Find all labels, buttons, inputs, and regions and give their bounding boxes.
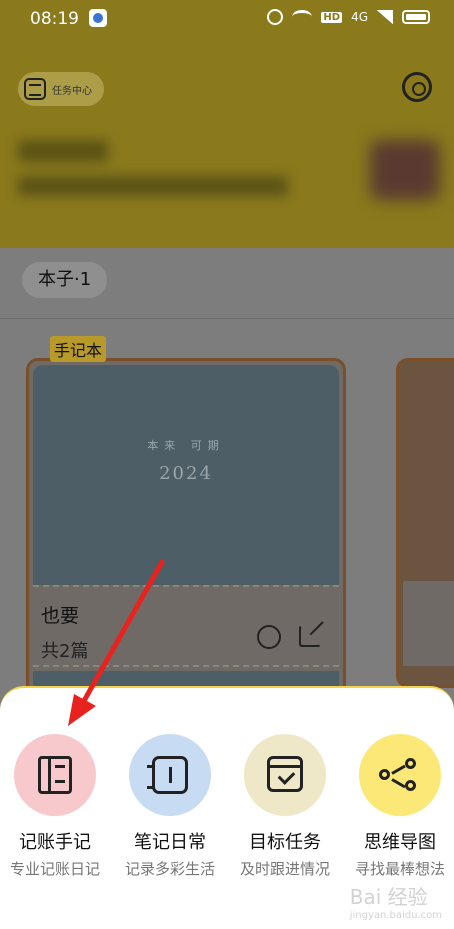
stitch-line xyxy=(33,585,339,587)
banner-blurred-name xyxy=(18,140,108,162)
watermark-sub: jingyan.baidu.com xyxy=(349,910,442,921)
watermark: Bai 经验 jingyan.baidu.com xyxy=(350,881,442,921)
notebook-icon xyxy=(147,756,188,794)
share-icon[interactable] xyxy=(299,625,321,647)
action-label: 笔记日常 xyxy=(134,832,206,853)
network-label: 4G xyxy=(351,10,368,24)
action-circle xyxy=(14,734,96,816)
notebook-entry-count: 共2篇 xyxy=(41,641,89,662)
notebook-type-badge: 手记本 xyxy=(50,336,107,362)
action-circle xyxy=(244,734,326,816)
action-label: 记账手记 xyxy=(19,832,91,853)
action-circle xyxy=(359,734,441,816)
signal-icon xyxy=(377,10,393,24)
status-time: 08:19 xyxy=(30,9,79,29)
action-label: 思维导图 xyxy=(364,832,436,853)
action-goal-tasks[interactable]: 目标任务 及时跟进情况 xyxy=(228,734,342,879)
action-circle xyxy=(129,734,211,816)
action-desc: 记录多彩生活 xyxy=(124,860,215,878)
calendar-icon xyxy=(267,756,303,792)
notebook-card[interactable]: 本来 可期 2024 也要 共2篇 xyxy=(26,358,346,718)
banner-blurred-text xyxy=(18,176,288,196)
action-mind-map[interactable]: 思维导图 寻找最棒想法 xyxy=(343,734,454,879)
battery-icon xyxy=(402,10,430,24)
notebook-card-next[interactable] xyxy=(396,358,454,688)
task-list-icon xyxy=(24,78,46,100)
wifi-icon xyxy=(292,10,313,24)
action-desc: 专业记账日记 xyxy=(9,860,100,878)
status-bar: 08:19 HD 4G xyxy=(0,0,454,38)
baidu-app-icon xyxy=(89,9,107,27)
action-label: 目标任务 xyxy=(249,832,321,853)
divider xyxy=(0,318,454,319)
notebook-settings-icon[interactable] xyxy=(257,625,281,649)
ledger-icon xyxy=(38,756,72,794)
action-daily-notes[interactable]: 笔记日常 记录多彩生活 xyxy=(113,734,227,879)
profile-banner xyxy=(18,140,318,200)
header: 08:19 HD 4G 任务中心 xyxy=(0,0,454,248)
action-desc: 寻找最棒想法 xyxy=(354,860,445,878)
cover-caption: 本来 可期 xyxy=(147,439,225,452)
alarm-icon xyxy=(267,9,284,25)
mindmap-icon xyxy=(379,758,421,792)
gear-icon[interactable] xyxy=(402,72,432,102)
notebook-title: 也要 xyxy=(41,605,80,627)
stitch-line xyxy=(33,665,339,667)
notebook-count-tab[interactable]: 本子·1 xyxy=(22,262,108,298)
status-icons: HD 4G xyxy=(267,9,430,25)
action-ledger-notes[interactable]: 记账手记 专业记账日记 xyxy=(0,734,112,879)
notebook-cover: 本来 可期 2024 xyxy=(33,365,339,585)
action-desc: 及时跟进情况 xyxy=(239,860,330,878)
task-center-button[interactable]: 任务中心 xyxy=(18,72,104,106)
task-center-label: 任务中心 xyxy=(52,85,92,97)
watermark-text: Bai 经验 xyxy=(349,885,428,909)
cover-year: 2024 xyxy=(159,463,213,484)
avatar[interactable] xyxy=(370,140,440,200)
hd-icon: HD xyxy=(321,11,343,23)
